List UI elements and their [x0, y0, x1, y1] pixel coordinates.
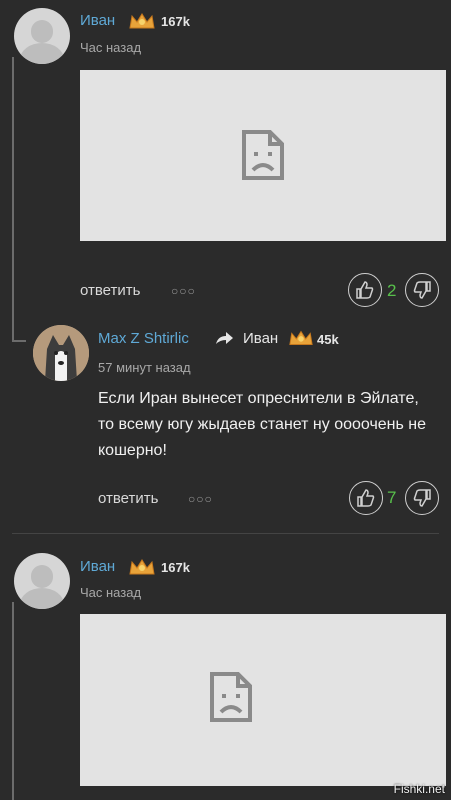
thumbs-down-icon [413, 489, 431, 507]
thumbs-down-icon [413, 281, 431, 299]
downvote-button[interactable] [405, 481, 439, 515]
author-name[interactable]: Max Z Shtirlic [98, 330, 189, 347]
karma: 167k [161, 560, 190, 575]
broken-image-icon [242, 130, 284, 180]
watermark: Fishki.net [393, 782, 445, 796]
thread-line [12, 602, 14, 800]
timestamp: Час назад [80, 40, 142, 55]
comment-divider [12, 533, 439, 534]
author-name[interactable]: Иван [80, 12, 115, 29]
vote-count: 7 [387, 488, 397, 507]
reply-to-author[interactable]: Иван [243, 330, 278, 347]
crown-icon [128, 558, 156, 581]
author-name[interactable]: Иван [80, 558, 115, 575]
thread-branch [12, 340, 26, 342]
avatar[interactable] [14, 8, 70, 64]
vote-count: 2 [387, 281, 397, 300]
comment-text: Если Иран вынесет опреснители в Эйлате, … [98, 390, 427, 459]
timestamp: 57 минут назад [98, 360, 191, 375]
upvote-button[interactable] [349, 481, 383, 515]
more-options-button[interactable]: ○○○ [171, 284, 196, 298]
downvote-button[interactable] [405, 273, 439, 307]
reply-arrow-icon [214, 332, 234, 351]
image-placeholder[interactable] [80, 614, 446, 786]
avatar[interactable] [14, 553, 70, 609]
reply-button[interactable]: ответить [80, 282, 140, 299]
upvote-button[interactable] [348, 273, 382, 307]
more-options-button[interactable]: ○○○ [188, 492, 213, 506]
crown-icon [288, 329, 314, 352]
thumbs-up-icon [356, 281, 374, 299]
karma: 167k [161, 14, 190, 29]
image-placeholder[interactable] [80, 70, 446, 241]
reply-button[interactable]: ответить [98, 490, 158, 507]
crown-icon [128, 12, 156, 35]
thumbs-up-icon [357, 489, 375, 507]
broken-image-icon [210, 672, 252, 722]
thread-line [12, 57, 14, 341]
timestamp: Час назад [80, 585, 142, 600]
avatar[interactable] [33, 325, 89, 381]
karma: 45k [317, 332, 339, 347]
